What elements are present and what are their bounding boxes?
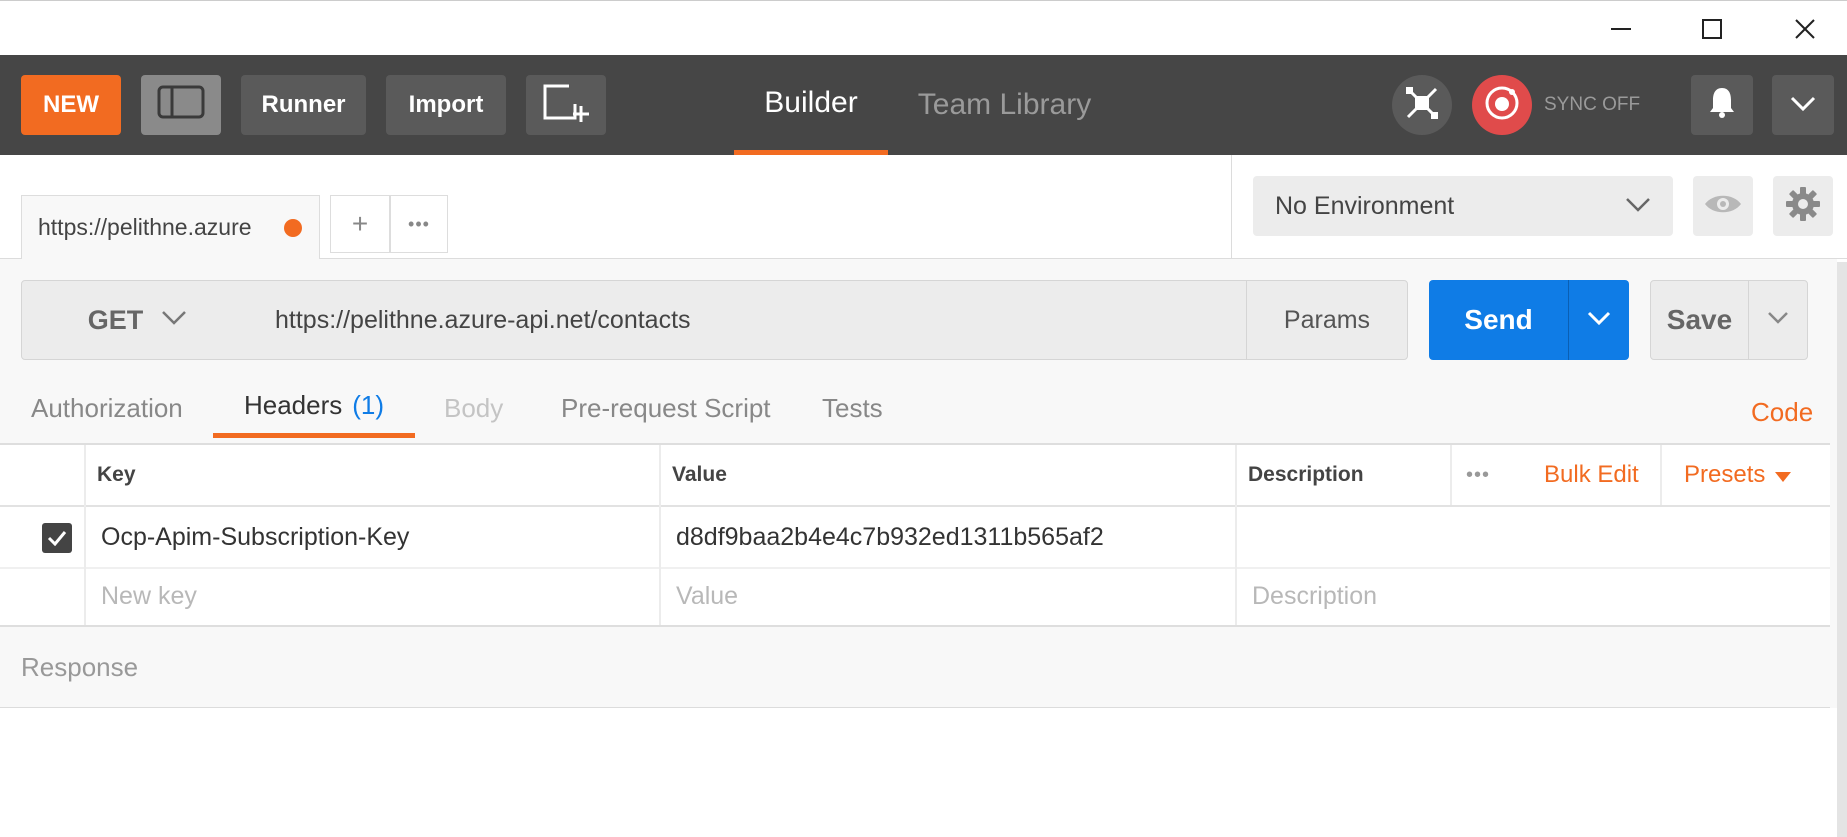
params-button[interactable]: Params: [1246, 280, 1408, 360]
vertical-scrollbar[interactable]: [1837, 262, 1847, 837]
save-button[interactable]: Save: [1650, 280, 1749, 360]
environment-quick-look-button[interactable]: [1693, 176, 1753, 236]
divider: [1231, 155, 1232, 259]
interceptor-button[interactable]: [1392, 75, 1452, 135]
request-builder: GET https://pelithne.azure-api.net/conta…: [0, 259, 1837, 708]
minimize-icon[interactable]: [1591, 1, 1651, 56]
chevron-down-icon: [161, 310, 187, 331]
send-options-button[interactable]: [1568, 280, 1629, 360]
import-button[interactable]: Import: [386, 75, 506, 135]
tab-tests[interactable]: Tests: [822, 378, 883, 438]
tab-headers[interactable]: Headers (1): [213, 378, 415, 438]
more-tabs-button[interactable]: •••: [390, 195, 448, 253]
new-key-input[interactable]: New key: [101, 569, 651, 623]
headers-table: Key Value Description ••• Bulk Edit Pres…: [0, 445, 1830, 625]
new-value-input[interactable]: Value: [676, 569, 1226, 623]
sync-status-label: SYNC OFF: [1544, 94, 1641, 115]
window-titlebar: [0, 0, 1847, 55]
chevron-down-icon: [1767, 311, 1789, 330]
column-options-button[interactable]: •••: [1466, 445, 1490, 505]
table-row: Ocp-Apim-Subscription-Key d8df9baa2b4e4c…: [0, 507, 1830, 567]
runner-button[interactable]: Runner: [241, 75, 366, 135]
sync-icon: [1482, 83, 1522, 128]
chevron-down-icon: [1625, 197, 1651, 218]
chevron-down-icon: [1790, 91, 1816, 119]
method-select[interactable]: GET: [21, 280, 254, 360]
unsaved-dot: [284, 219, 302, 237]
maximize-icon[interactable]: [1682, 1, 1742, 56]
notifications-button[interactable]: [1691, 75, 1753, 135]
new-button[interactable]: NEW: [21, 75, 121, 135]
main-toolbar: NEW Runner Import Builder Team Library S…: [0, 55, 1847, 155]
bell-icon: [1707, 85, 1737, 126]
tab-team-library[interactable]: Team Library: [912, 55, 1097, 155]
url-input[interactable]: https://pelithne.azure-api.net/contacts: [253, 280, 1247, 360]
request-tab[interactable]: https://pelithne.azure: [21, 195, 320, 259]
tab-headers-label: Headers: [243, 390, 343, 420]
tab-builder[interactable]: Builder: [734, 55, 888, 155]
bulk-edit-link[interactable]: Bulk Edit: [1544, 445, 1639, 505]
divider: [659, 445, 661, 625]
response-label: Response: [21, 651, 139, 682]
divider: [0, 625, 1830, 627]
request-tab-title: https://pelithne.azure: [38, 214, 252, 240]
header-enabled-checkbox[interactable]: [42, 523, 72, 553]
code-link[interactable]: Code: [1751, 382, 1813, 442]
caret-down-icon: [1775, 461, 1792, 489]
divider: [1450, 445, 1452, 505]
close-icon[interactable]: [1775, 1, 1835, 56]
new-description-input[interactable]: Description: [1252, 569, 1812, 623]
request-tab-strip: https://pelithne.azure + ••• No Environm…: [0, 155, 1847, 259]
gear-icon: [1785, 186, 1821, 227]
column-description: Description: [1248, 463, 1364, 486]
new-window-button[interactable]: [526, 75, 606, 135]
column-key: Key: [97, 463, 136, 486]
sidebar-toggle-button[interactable]: [141, 75, 221, 135]
header-value-input[interactable]: d8df9baa2b4e4c7b932ed1311b565af2: [676, 507, 1226, 567]
eye-icon: [1703, 192, 1743, 221]
header-description-input[interactable]: [1252, 507, 1812, 567]
manage-environments-button[interactable]: [1773, 176, 1833, 236]
chevron-down-icon: [1587, 311, 1611, 330]
url-value: https://pelithne.azure-api.net/contacts: [275, 305, 691, 334]
send-button[interactable]: Send: [1429, 280, 1568, 360]
sync-button[interactable]: [1472, 75, 1532, 135]
headers-table-header: Key Value Description ••• Bulk Edit Pres…: [0, 445, 1830, 505]
presets-dropdown[interactable]: Presets: [1684, 445, 1792, 505]
environment-selected: No Environment: [1275, 191, 1455, 220]
presets-label: Presets: [1684, 461, 1766, 488]
request-subtabs: Authorization Headers (1) Body Pre-reque…: [0, 378, 1837, 438]
divider: [84, 445, 86, 625]
add-tab-button[interactable]: +: [330, 195, 390, 253]
tab-pre-request-script[interactable]: Pre-request Script: [561, 378, 771, 438]
headers-count-badge: (1): [352, 390, 385, 420]
settings-menu-button[interactable]: [1772, 75, 1834, 135]
new-window-icon: [541, 82, 591, 129]
divider: [1235, 445, 1237, 625]
satellite-icon: [1405, 86, 1439, 125]
method-label: GET: [87, 304, 144, 335]
column-value: Value: [672, 463, 727, 486]
save-options-button[interactable]: [1748, 280, 1808, 360]
divider: [1660, 445, 1662, 505]
sidebar-icon: [157, 85, 205, 126]
header-key-input[interactable]: Ocp-Apim-Subscription-Key: [101, 507, 651, 567]
tab-body[interactable]: Body: [444, 378, 503, 438]
tab-authorization[interactable]: Authorization: [31, 378, 183, 438]
environment-select[interactable]: No Environment: [1253, 176, 1673, 236]
divider: [0, 707, 1830, 708]
table-row-new: New key Value Description: [0, 569, 1830, 623]
